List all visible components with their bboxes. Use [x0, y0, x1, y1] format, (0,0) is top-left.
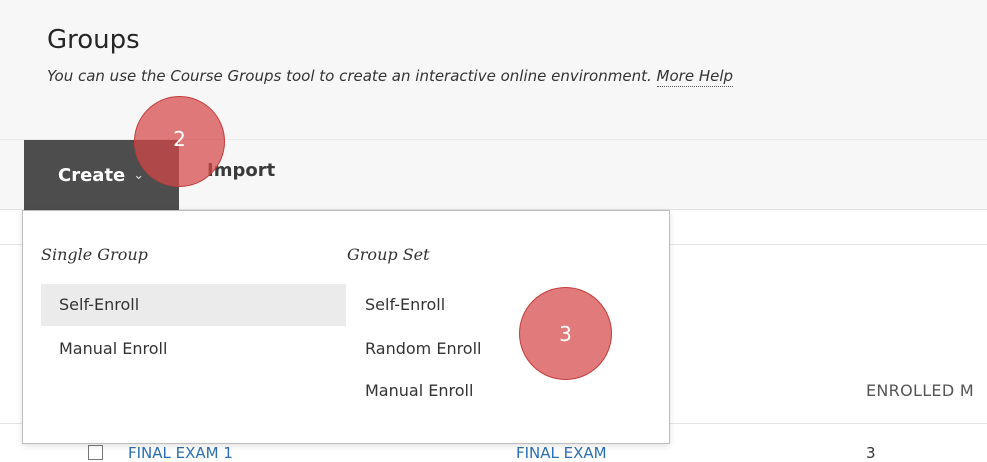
- group-set-self-enroll[interactable]: Self-Enroll: [347, 284, 547, 326]
- page-description-text: You can use the Course Groups tool to cr…: [47, 67, 652, 85]
- annotation-marker-2: 2: [134, 96, 225, 187]
- more-help-link[interactable]: More Help: [656, 67, 734, 87]
- page-description: You can use the Course Groups tool to cr…: [47, 67, 734, 87]
- chevron-down-icon: ⌄: [133, 167, 145, 183]
- row-checkbox[interactable]: [88, 445, 103, 460]
- single-group-manual-enroll[interactable]: Manual Enroll: [41, 328, 346, 370]
- group-name-link[interactable]: FINAL EXAM 1: [128, 444, 233, 462]
- group-set-manual-enroll[interactable]: Manual Enroll: [347, 370, 547, 412]
- group-set-link[interactable]: FINAL EXAM: [516, 444, 607, 462]
- group-set-random-enroll[interactable]: Random Enroll: [347, 328, 547, 370]
- group-set-heading: Group Set: [347, 245, 430, 264]
- enrolled-members-column-header[interactable]: ENROLLED M: [866, 381, 974, 400]
- page-title: Groups: [47, 25, 140, 55]
- annotation-marker-3: 3: [519, 287, 612, 380]
- single-group-self-enroll[interactable]: Self-Enroll: [41, 284, 346, 326]
- create-button-label: Create: [58, 164, 126, 186]
- single-group-heading: Single Group: [41, 245, 148, 264]
- enrolled-count: 3: [866, 444, 876, 462]
